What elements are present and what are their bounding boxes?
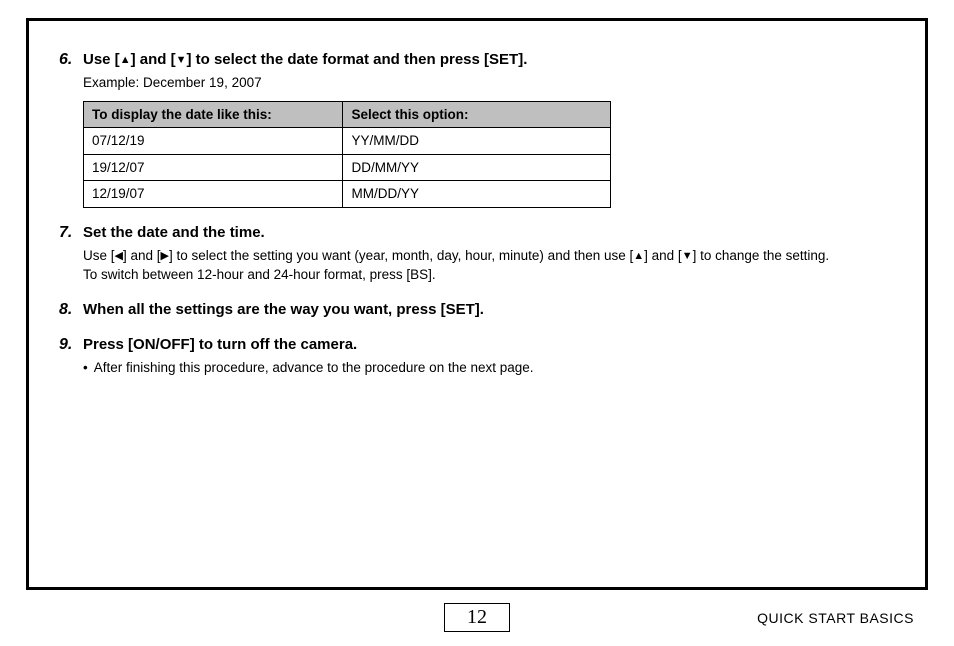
up-icon: ▲ — [120, 54, 131, 66]
table-header-option: Select this option: — [343, 101, 611, 128]
down-icon: ▼ — [176, 54, 187, 66]
step-9: 9. Press [ON/OFF] to turn off the camera… — [59, 334, 895, 378]
bullet-icon: • — [83, 358, 88, 378]
step-6-number: 6. — [59, 51, 83, 69]
section-label: QUICK START BASICS — [757, 610, 914, 626]
step-6: 6. Use [▲] and [▼] to select the date fo… — [59, 49, 895, 208]
step-6-title: Use [▲] and [▼] to select the date forma… — [83, 49, 527, 70]
step-8: 8. When all the settings are the way you… — [59, 299, 895, 320]
date-format-table: To display the date like this: Select th… — [83, 101, 611, 208]
left-icon: ◀ — [115, 250, 123, 262]
table-row: 19/12/07 DD/MM/YY — [84, 154, 611, 181]
step-7-title: Set the date and the time. — [83, 222, 265, 243]
page-number: 12 — [444, 603, 510, 632]
step-8-number: 8. — [59, 301, 83, 319]
step-9-bullet: • After finishing this procedure, advanc… — [83, 358, 895, 378]
step-7: 7. Set the date and the time. Use [◀] an… — [59, 222, 895, 285]
table-row: 07/12/19 YY/MM/DD — [84, 128, 611, 155]
up-icon: ▲ — [633, 250, 644, 262]
step-9-title: Press [ON/OFF] to turn off the camera. — [83, 334, 357, 355]
page-frame: 6. Use [▲] and [▼] to select the date fo… — [26, 18, 928, 590]
step-7-line2: To switch between 12-hour and 24-hour fo… — [83, 265, 895, 285]
step-6-example: Example: December 19, 2007 — [83, 73, 895, 93]
step-8-title: When all the settings are the way you wa… — [83, 299, 484, 320]
right-icon: ▶ — [161, 250, 169, 262]
step-7-number: 7. — [59, 224, 83, 242]
table-header-display: To display the date like this: — [84, 101, 343, 128]
step-9-number: 9. — [59, 336, 83, 354]
page-footer: 12 QUICK START BASICS — [0, 596, 954, 632]
table-row: 12/19/07 MM/DD/YY — [84, 181, 611, 208]
down-icon: ▼ — [682, 250, 693, 262]
step-7-line1: Use [◀] and [▶] to select the setting yo… — [83, 246, 895, 266]
